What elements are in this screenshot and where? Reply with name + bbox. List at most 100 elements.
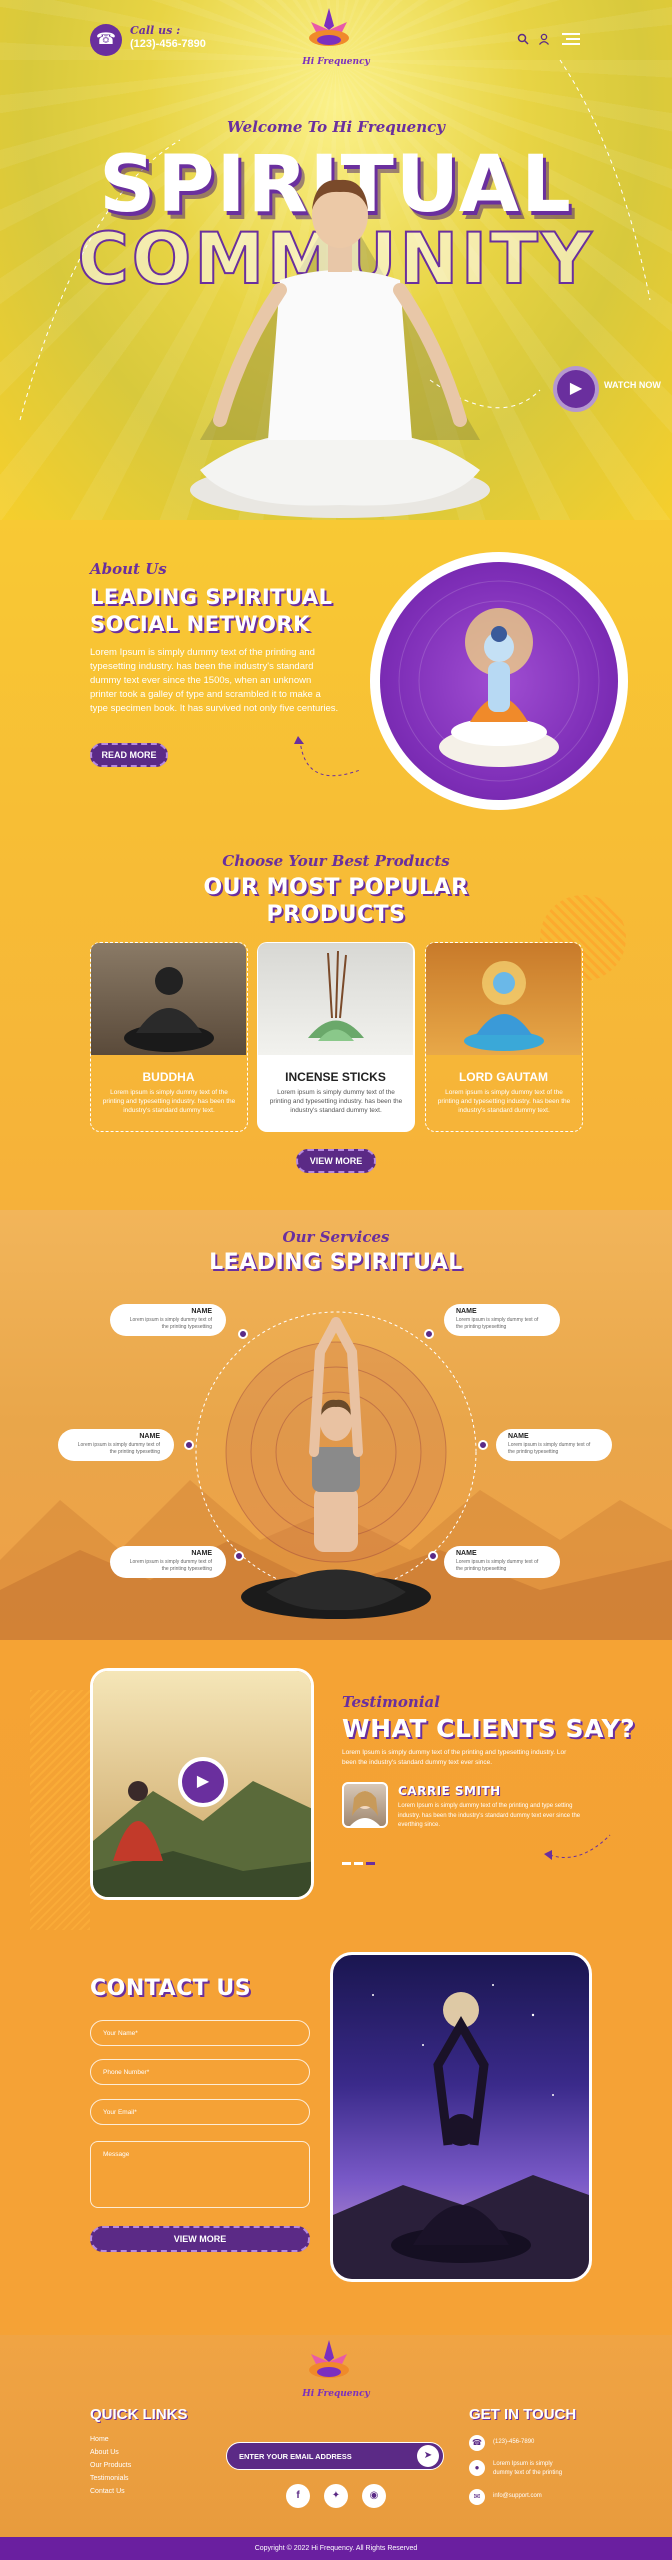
copyright-bar: Copyright © 2022 Hi Frequency. All Right…	[0, 2537, 672, 2560]
product-title: BUDDHA	[142, 1070, 195, 1084]
quick-links-title: QUICK LINKS	[90, 2406, 188, 2423]
service-name: NAME	[456, 1308, 477, 1315]
product-card[interactable]: BUDDHA Lorem ipsum is simply dummy text …	[90, 942, 248, 1132]
message-field[interactable]: Message	[90, 2141, 310, 2208]
service-name: NAME	[456, 1550, 477, 1557]
facebook-icon[interactable]: f	[286, 2484, 310, 2508]
contact-title: CONTACT US	[90, 1976, 252, 2001]
watch-now-play-button[interactable]: ▶	[553, 366, 599, 412]
footer-logo[interactable]: Hi Frequency	[301, 2340, 371, 2410]
service-dot	[478, 1440, 488, 1450]
testimonial-title: WHAT CLIENTS SAY?	[342, 1714, 636, 1743]
buddha-image	[380, 562, 618, 800]
product-card[interactable]: INCENSE STICKS Lorem ipsum is simply dum…	[257, 942, 415, 1132]
service-desc: Lorem ipsum is simply dummy text of the …	[456, 1317, 539, 1330]
product-card[interactable]: LORD GAUTAM Lorem ipsum is simply dummy …	[425, 942, 583, 1132]
instagram-icon[interactable]: ◉	[362, 2484, 386, 2508]
testimonial-intro: Lorem Ipsum is simply dummy text of the …	[342, 1749, 567, 1766]
service-desc: Lorem ipsum is simply dummy text of the …	[129, 1317, 212, 1330]
slider-dot[interactable]	[342, 1862, 351, 1865]
service-item[interactable]: NAME Lorem ipsum is simply dummy text of…	[444, 1546, 560, 1578]
location-pin-icon: ●	[469, 2460, 485, 2476]
dashed-arrow-decor	[294, 736, 361, 777]
products-title-line1: OUR MOST POPULAR	[203, 875, 469, 900]
about-title-line1: LEADING SPIRITUAL	[90, 585, 333, 609]
service-dot	[184, 1440, 194, 1450]
product-title: INCENSE STICKS	[285, 1070, 386, 1084]
product-image	[91, 943, 246, 1055]
footer-link-about[interactable]: About Us	[90, 2449, 119, 2456]
search-icon[interactable]	[517, 32, 529, 48]
contact-submit-button[interactable]: VIEW MORE	[90, 2226, 310, 2252]
service-desc: Lorem ipsum is simply dummy text of the …	[456, 1559, 539, 1572]
service-item[interactable]: NAME Lorem ipsum is simply dummy text of…	[444, 1304, 560, 1336]
about-body: Lorem Ipsum is simply dummy text of the …	[90, 647, 339, 714]
service-desc: Lorem ipsum is simply dummy text of the …	[77, 1442, 160, 1455]
product-title: LORD GAUTAM	[458, 1070, 549, 1084]
contact-meditation-image	[330, 1952, 592, 2282]
user-icon[interactable]	[538, 32, 550, 48]
footer-phone[interactable]: (123)-456-7890	[493, 2439, 534, 2445]
footer-link-home[interactable]: Home	[90, 2436, 109, 2443]
read-more-button[interactable]: READ MORE	[90, 743, 168, 767]
yoga-woman-image	[241, 1317, 431, 1619]
name-field[interactable]: Your Name*	[90, 2020, 310, 2046]
phone-icon[interactable]: ☎	[90, 24, 122, 56]
phone-icon: ☎	[469, 2435, 485, 2451]
products-view-more-button[interactable]: VIEW MORE	[296, 1149, 376, 1173]
site-logo[interactable]: Hi Frequency	[301, 8, 371, 78]
service-dot	[238, 1329, 248, 1339]
service-name: NAME	[191, 1308, 212, 1315]
newsletter-email-input[interactable]: ENTER YOUR EMAIL ADDRESS	[239, 2452, 352, 2461]
lotus-logo-icon	[309, 2340, 349, 2378]
dashed-arrow-decor	[544, 1834, 611, 1860]
service-name: NAME	[508, 1433, 529, 1440]
product-description: Lorem ipsum is simply dummy text of the …	[102, 1089, 236, 1114]
footer-email[interactable]: info@support.com	[493, 2493, 542, 2499]
meditating-woman-image	[190, 179, 490, 518]
watch-now-label[interactable]: WATCH NOW	[604, 380, 661, 390]
slider-dot-active[interactable]	[366, 1862, 375, 1865]
testimonial-play-button[interactable]: ▶	[178, 1757, 228, 1807]
phone-field[interactable]: Phone Number*	[90, 2059, 310, 2085]
send-icon[interactable]: ➤	[417, 2445, 439, 2467]
footer-logo-text: Hi Frequency	[302, 2389, 370, 2399]
menu-icon[interactable]	[562, 32, 580, 50]
footer-link-testimonials[interactable]: Testimonials	[90, 2475, 129, 2482]
service-name: NAME	[191, 1550, 212, 1557]
product-image	[426, 943, 581, 1055]
service-item[interactable]: NAME Lorem ipsum is simply dummy text of…	[110, 1546, 226, 1578]
email-field[interactable]: Your Email*	[90, 2099, 310, 2125]
product-image	[258, 943, 413, 1055]
service-item[interactable]: NAME Lorem ipsum is simply dummy text of…	[110, 1304, 226, 1336]
footer-link-products[interactable]: Our Products	[90, 2462, 131, 2469]
services-title: LEADING SPIRITUAL	[209, 1250, 463, 1275]
about-title-line2: SOCIAL NETWORK	[90, 612, 310, 636]
services-script: Our Services	[282, 1228, 390, 1246]
hero-welcome-text: Welcome To Hi Frequency	[227, 118, 445, 136]
service-dot	[428, 1551, 438, 1561]
newsletter-form: ENTER YOUR EMAIL ADDRESS ➤	[226, 2442, 444, 2470]
product-description: Lorem ipsum is simply dummy text of the …	[269, 1089, 403, 1114]
mail-icon: ✉	[469, 2489, 485, 2505]
footer-link-contact[interactable]: Contact Us	[90, 2488, 125, 2495]
testimonial-script: Testimonial	[342, 1693, 440, 1711]
service-dot	[234, 1551, 244, 1561]
footer-address: Lorem Ipsum is simply dummy text of the …	[493, 2461, 563, 2476]
get-in-touch-title: GET IN TOUCH	[469, 2406, 577, 2423]
products-title-line2: PRODUCTS	[266, 902, 406, 927]
product-description: Lorem ipsum is simply dummy text of the …	[437, 1089, 571, 1114]
service-name: NAME	[139, 1433, 160, 1440]
about-script: About Us	[90, 560, 167, 578]
client-avatar	[342, 1782, 388, 1828]
phone-number[interactable]: (123)-456-7890	[130, 38, 206, 50]
products-script: Choose Your Best Products	[222, 852, 450, 870]
service-item[interactable]: NAME Lorem ipsum is simply dummy text of…	[496, 1429, 612, 1461]
client-name: CARRIE SMITH	[398, 1784, 501, 1798]
service-item[interactable]: NAME Lorem ipsum is simply dummy text of…	[58, 1429, 174, 1461]
lotus-logo-icon	[309, 8, 349, 46]
twitter-icon[interactable]: ✦	[324, 2484, 348, 2508]
stripe-decor	[30, 1690, 90, 1930]
slider-dot[interactable]	[354, 1862, 363, 1865]
logo-text: Hi Frequency	[302, 57, 370, 67]
